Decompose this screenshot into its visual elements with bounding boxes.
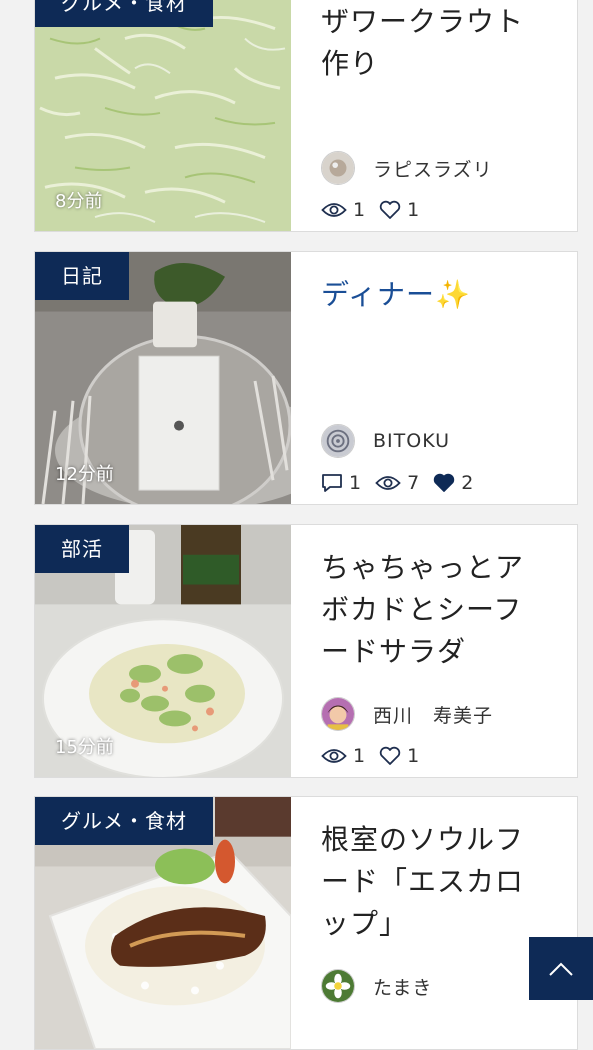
article-title[interactable]: ちゃちゃっとアボカドとシーフードサラダ [321,547,547,673]
article-title[interactable]: 根室のソウルフード「エスカロップ」 [321,819,547,945]
category-badge: グルメ・食材 [35,0,213,27]
likes-value: 1 [407,199,420,221]
category-badge: 日記 [35,252,129,300]
author-name: BITOKU [373,430,451,452]
avatar [321,969,355,1003]
views-value: 1 [353,199,366,221]
avatar [321,424,355,458]
views-count: 7 [375,472,419,494]
post-time: 15分前 [55,737,114,758]
avatar [321,697,355,731]
post-time: 12分前 [55,464,114,485]
author[interactable]: BITOKU [321,424,450,458]
avatar-image [322,970,354,1002]
article-thumbnail[interactable]: 日記 12分前 [35,252,291,504]
author[interactable]: 西川 寿美子 [321,697,493,731]
post-time: 8分前 [55,191,103,212]
category-badge: グルメ・食材 [35,797,213,845]
author-name: たまき [373,976,433,999]
avatar-image [322,425,354,457]
article-body: ザワークラウト作り ラピスラズリ 1 1 [291,0,577,231]
comment-icon [322,474,342,492]
views-count: 1 [321,199,365,221]
views-count: 1 [321,745,365,767]
comments-count[interactable]: 1 [321,472,361,494]
author-name: ラピスラズリ [373,158,493,181]
article-title[interactable]: ディナー✨ [321,274,547,316]
likes-count[interactable]: 2 [433,472,473,494]
article-thumbnail[interactable]: グルメ・食材 [35,797,291,1049]
heart-outline-icon [379,746,401,765]
article-thumbnail[interactable]: 部活 15分前 [35,525,291,777]
article-card[interactable]: グルメ・食材 根室のソウルフード「エスカロップ」 たまき [34,796,578,1050]
likes-value: 2 [461,472,474,494]
article-body: ちゃちゃっとアボカドとシーフードサラダ 西川 寿美子 1 1 [291,525,577,777]
article-stats: 1 1 [321,197,433,223]
author-name: 西川 寿美子 [373,704,494,727]
back-to-top-button[interactable] [529,937,593,1000]
article-card[interactable]: グルメ・食材 8分前 ザワークラウト作り ラピスラズリ 1 1 [34,0,578,232]
eye-icon [321,749,347,763]
article-card[interactable]: 部活 15分前 ちゃちゃっとアボカドとシーフードサラダ 西川 寿美子 1 1 [34,524,578,778]
article-thumbnail[interactable]: グルメ・食材 8分前 [35,0,291,231]
article-stats: 1 7 2 [321,470,487,496]
views-value: 1 [353,745,366,767]
avatar-image [322,698,354,730]
article-feed: グルメ・食材 8分前 ザワークラウト作り ラピスラズリ 1 1 日記 12分前 … [0,0,593,1050]
article-body: ディナー✨ BITOKU 1 7 2 [291,252,577,504]
heart-outline-icon [379,200,401,219]
article-card[interactable]: 日記 12分前 ディナー✨ BITOKU 1 7 2 [34,251,578,505]
author[interactable]: ラピスラズリ [321,151,493,185]
chevron-up-icon [549,962,573,976]
heart-filled-icon [434,473,455,492]
avatar [321,151,355,185]
category-badge: 部活 [35,525,129,573]
likes-count[interactable]: 1 [379,745,419,767]
eye-icon [321,203,347,217]
avatar-image [322,152,354,184]
article-stats: 1 1 [321,743,433,769]
likes-value: 1 [407,745,420,767]
article-body: 根室のソウルフード「エスカロップ」 たまき [291,797,577,1049]
eye-icon [375,476,401,490]
likes-count[interactable]: 1 [379,199,419,221]
author[interactable]: たまき [321,969,432,1003]
views-value: 7 [407,472,420,494]
article-title[interactable]: ザワークラウト作り [321,1,547,85]
comments-value: 1 [349,472,362,494]
